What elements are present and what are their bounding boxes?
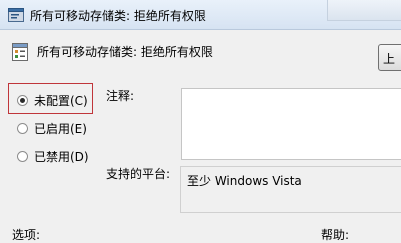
window-title: 所有可移动存储类: 拒绝所有权限 (30, 9, 206, 23)
radio-button[interactable] (17, 151, 28, 162)
supported-platform-text: 至少 Windows Vista (187, 174, 302, 188)
radio-button[interactable] (17, 95, 28, 106)
policy-name: 所有可移动存储类: 拒绝所有权限 (37, 45, 213, 59)
comment-label: 注释: (106, 89, 135, 103)
radio-label: 未配置(C) (34, 94, 88, 108)
options-label: 选项: (12, 228, 41, 242)
radio-label: 已禁用(D) (34, 150, 89, 164)
window-titlebar[interactable]: 所有可移动存储类: 拒绝所有权限 (0, 0, 401, 30)
radio-button[interactable] (17, 123, 28, 134)
radio-enabled[interactable]: 已启用(E) (17, 120, 87, 137)
radio-label: 已启用(E) (34, 122, 87, 136)
policy-window-icon (8, 8, 24, 22)
supported-platform-value: 至少 Windows Vista (180, 166, 401, 213)
comment-textarea[interactable] (181, 88, 401, 160)
radio-not-configured[interactable]: 未配置(C) (17, 92, 88, 109)
supported-platform-label: 支持的平台: (106, 167, 171, 181)
radio-disabled[interactable]: 已禁用(D) (17, 148, 89, 165)
previous-setting-button[interactable]: 上 (378, 44, 401, 71)
window-controls[interactable] (327, 0, 401, 21)
policy-settings-icon (12, 43, 28, 61)
previous-setting-label: 上 (383, 52, 396, 66)
help-label: 帮助: (321, 228, 350, 242)
